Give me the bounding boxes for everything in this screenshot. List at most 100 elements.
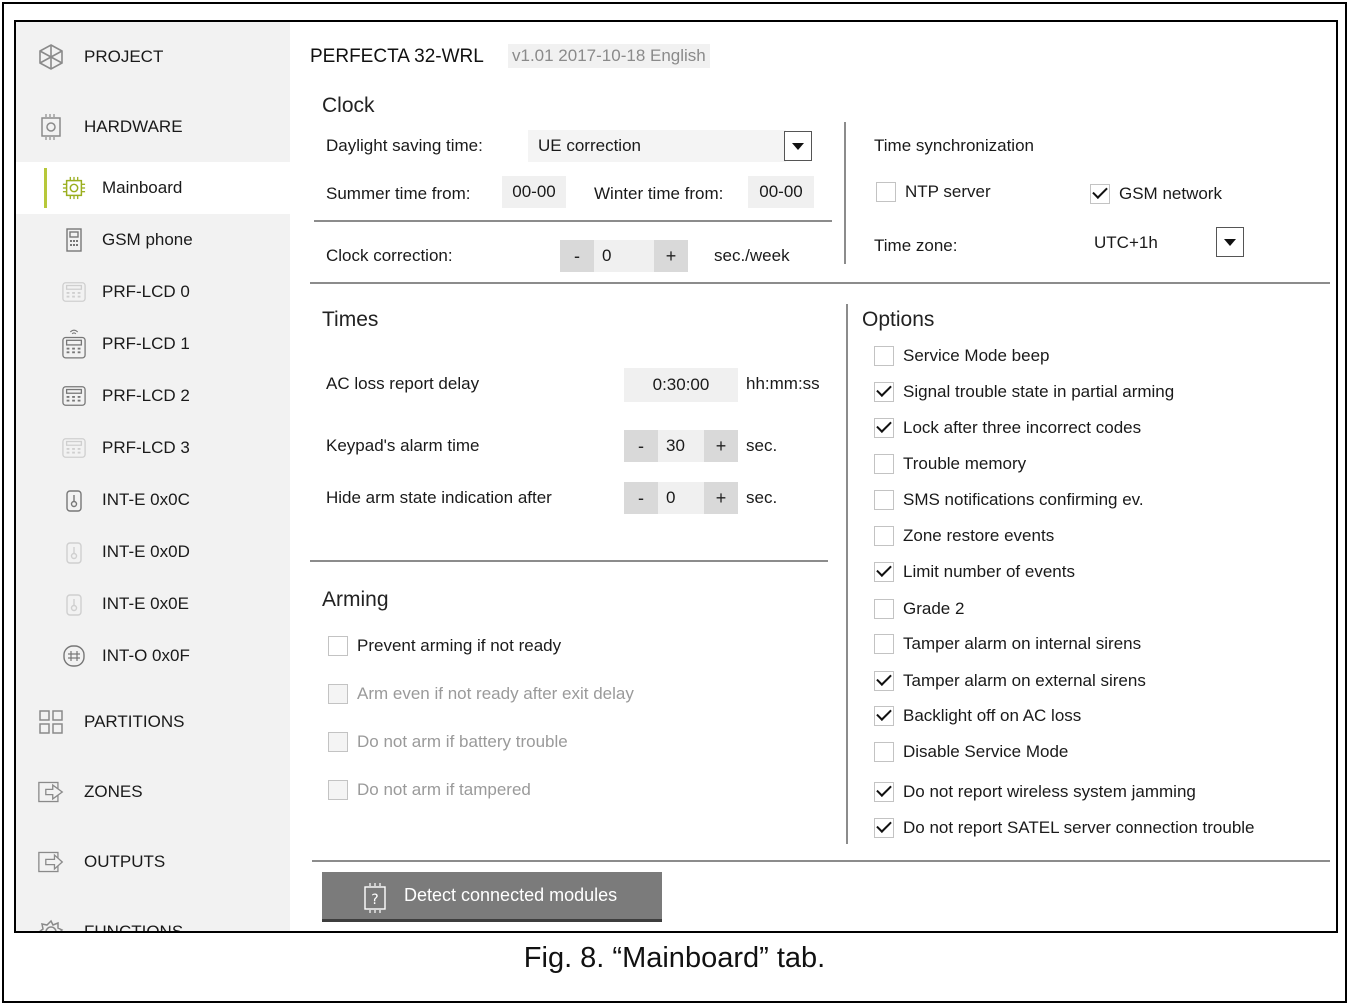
- outputs-icon: [38, 849, 64, 875]
- gsm-network-label: GSM network: [1119, 184, 1222, 203]
- summer-time-input[interactable]: 00-00: [502, 176, 566, 208]
- checkbox-box[interactable]: [876, 182, 896, 202]
- option-checkbox[interactable]: Tamper alarm on internal sirens: [874, 634, 1141, 654]
- sidebar-section-project[interactable]: PROJECT: [16, 22, 290, 92]
- sidebar-item-prf-lcd-0[interactable]: PRF-LCD 0: [16, 266, 290, 318]
- arming-option-checkbox[interactable]: Prevent arming if not ready: [328, 636, 561, 656]
- dst-select[interactable]: UE correction: [528, 130, 786, 162]
- checkbox-box[interactable]: [874, 706, 894, 726]
- sidebar-section-label: HARDWARE: [84, 117, 183, 136]
- option-checkbox[interactable]: Zone restore events: [874, 526, 1054, 546]
- hide-arm-input[interactable]: 0: [658, 482, 704, 514]
- time-zone-dropdown-icon[interactable]: [1216, 227, 1244, 257]
- clock-correction-plus-button[interactable]: +: [654, 240, 688, 272]
- option-checkbox[interactable]: Do not report SATEL server connection tr…: [874, 818, 1255, 838]
- hide-arm-unit: sec.: [746, 488, 778, 507]
- option-checkbox[interactable]: Signal trouble state in partial arming: [874, 382, 1174, 402]
- sidebar-item-int-o-0x0f[interactable]: INT-O 0x0F: [16, 630, 290, 682]
- keypad-alarm-input[interactable]: 30: [658, 430, 704, 462]
- clock-correction-input[interactable]: 0: [594, 240, 654, 272]
- option-label: Do not report wireless system jamming: [903, 782, 1196, 801]
- option-checkbox[interactable]: Service Mode beep: [874, 346, 1049, 366]
- sidebar-item-int-e-0x0c[interactable]: INT-E 0x0C: [16, 474, 290, 526]
- option-checkbox[interactable]: Grade 2: [874, 599, 964, 619]
- sidebar-section-label: ZONES: [84, 782, 143, 801]
- svg-text:?: ?: [371, 892, 378, 908]
- phone-icon: [62, 227, 86, 253]
- sidebar-section-hardware[interactable]: HARDWARE: [16, 92, 290, 162]
- dst-dropdown-icon[interactable]: [784, 131, 812, 161]
- sidebar-section-functions[interactable]: FUNCTIONS: [16, 897, 290, 933]
- option-label: Tamper alarm on external sirens: [903, 671, 1146, 690]
- sidebar-item-prf-lcd-3[interactable]: PRF-LCD 3: [16, 422, 290, 474]
- sidebar-item-prf-lcd-1[interactable]: PRF-LCD 1: [16, 318, 290, 370]
- clock-correction-minus-button[interactable]: -: [560, 240, 594, 272]
- arming-option-checkbox: Do not arm if tampered: [328, 780, 531, 800]
- clock-correction-unit: sec./week: [714, 246, 790, 265]
- option-checkbox[interactable]: SMS notifications confirming ev.: [874, 490, 1144, 510]
- keypad-alarm-plus-button[interactable]: +: [704, 430, 738, 462]
- option-checkbox[interactable]: Do not report wireless system jamming: [874, 782, 1196, 802]
- keypad-alarm-minus-button[interactable]: -: [624, 430, 658, 462]
- option-checkbox[interactable]: Lock after three incorrect codes: [874, 418, 1141, 438]
- checkbox-box[interactable]: [874, 562, 894, 582]
- option-label: Service Mode beep: [903, 346, 1050, 365]
- option-label: SMS notifications confirming ev.: [903, 490, 1144, 509]
- clock-divider: [314, 220, 832, 222]
- clock-vertical-divider: [844, 122, 846, 264]
- arming-option-checkbox: Arm even if not ready after exit delay: [328, 684, 634, 704]
- hide-arm-plus-button[interactable]: +: [704, 482, 738, 514]
- sidebar-item-label: INT-E 0x0E: [102, 594, 189, 613]
- summer-time-label: Summer time from:: [326, 184, 471, 203]
- option-checkbox[interactable]: Tamper alarm on external sirens: [874, 671, 1146, 691]
- keypad-icon: [62, 279, 86, 305]
- checkbox-box[interactable]: [328, 636, 348, 656]
- wireless-keypad-icon: [62, 329, 86, 359]
- sidebar-item-int-e-0x0d[interactable]: INT-E 0x0D: [16, 526, 290, 578]
- sidebar-item-mainboard[interactable]: Mainboard: [16, 162, 290, 214]
- checkbox-box[interactable]: [874, 782, 894, 802]
- checkbox-box[interactable]: [1090, 184, 1110, 204]
- sidebar-item-int-e-0x0e[interactable]: INT-E 0x0E: [16, 578, 290, 630]
- checkbox-box[interactable]: [874, 526, 894, 546]
- sidebar-item-gsm-phone[interactable]: GSM phone: [16, 214, 290, 266]
- detect-modules-button[interactable]: ? Detect connected modules: [322, 872, 662, 922]
- option-label: Trouble memory: [903, 454, 1027, 473]
- winter-time-label: Winter time from:: [594, 184, 724, 203]
- checkbox-box[interactable]: [874, 742, 894, 762]
- checkbox-box[interactable]: [874, 818, 894, 838]
- output-expander-icon: [62, 643, 86, 669]
- checkbox-box[interactable]: [874, 346, 894, 366]
- checkbox-box[interactable]: [874, 634, 894, 654]
- option-checkbox[interactable]: Limit number of events: [874, 562, 1075, 582]
- checkbox-box[interactable]: [874, 418, 894, 438]
- option-label: Grade 2: [903, 599, 965, 618]
- sidebar-item-label: INT-E 0x0D: [102, 542, 190, 561]
- option-label: Zone restore events: [903, 526, 1055, 545]
- sidebar-item-label: GSM phone: [102, 230, 193, 249]
- ntp-server-checkbox[interactable]: NTP server: [876, 182, 991, 202]
- sidebar-section-label: FUNCTIONS: [84, 922, 184, 933]
- sidebar-section-outputs[interactable]: OUTPUTS: [16, 827, 290, 897]
- option-checkbox[interactable]: Trouble memory: [874, 454, 1026, 474]
- arming-option-label: Prevent arming if not ready: [357, 636, 562, 655]
- hide-arm-minus-button[interactable]: -: [624, 482, 658, 514]
- gsm-network-checkbox[interactable]: GSM network: [1090, 184, 1222, 204]
- checkbox-box: [328, 732, 348, 752]
- sidebar-item-label: PRF-LCD 2: [102, 386, 190, 405]
- checkbox-box[interactable]: [874, 382, 894, 402]
- checkbox-box[interactable]: [874, 490, 894, 510]
- ac-loss-input[interactable]: 0:30:00: [624, 368, 738, 402]
- sidebar-section-partitions[interactable]: PARTITIONS: [16, 687, 290, 757]
- checkbox-box[interactable]: [874, 599, 894, 619]
- hardware-icon: [38, 114, 64, 140]
- time-zone-select[interactable]: UTC+1h: [1086, 226, 1212, 260]
- sidebar-section-zones[interactable]: ZONES: [16, 757, 290, 827]
- option-checkbox[interactable]: Disable Service Mode: [874, 742, 1068, 762]
- checkbox-box[interactable]: [874, 454, 894, 474]
- checkbox-box[interactable]: [874, 671, 894, 691]
- option-checkbox[interactable]: Backlight off on AC loss: [874, 706, 1081, 726]
- sidebar: PROJECT HARDWARE Mainboard GSM phone PRF…: [16, 22, 290, 933]
- sidebar-item-prf-lcd-2[interactable]: PRF-LCD 2: [16, 370, 290, 422]
- winter-time-input[interactable]: 00-00: [748, 176, 814, 208]
